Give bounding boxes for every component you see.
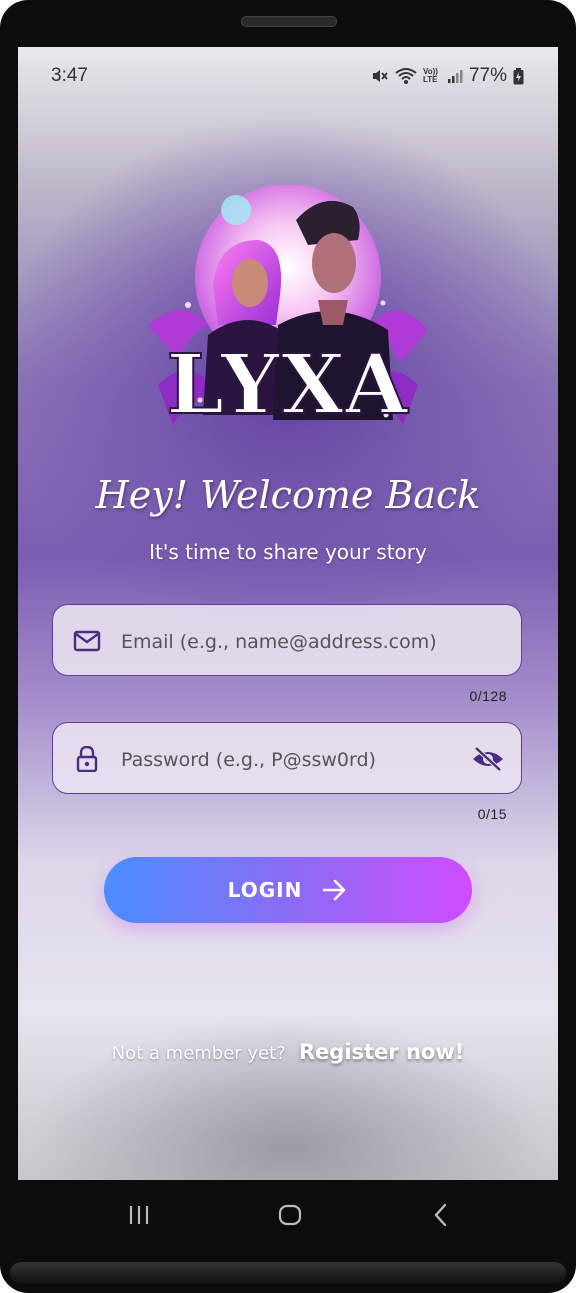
eye-off-icon[interactable]	[471, 745, 505, 773]
status-time: 3:47	[51, 65, 88, 86]
arrow-right-icon	[323, 879, 346, 901]
logo-text: LYXA	[166, 337, 409, 433]
welcome-subtitle: It's time to share your story	[149, 540, 427, 564]
speaker-grille	[241, 16, 337, 27]
login-label: LOGIN	[227, 878, 303, 902]
volte-indicator: Vo)) LTE	[422, 67, 438, 84]
not-member-text: Not a member yet?	[111, 1043, 286, 1064]
phone-bottom-edge	[10, 1262, 566, 1284]
recent-apps-button[interactable]	[119, 1200, 159, 1230]
login-button[interactable]: LOGIN	[104, 857, 472, 923]
battery-icon	[513, 67, 524, 84]
battery-percent: 77%	[468, 65, 507, 86]
email-input[interactable]	[119, 619, 463, 665]
welcome-heading: Hey! Welcome Back	[95, 473, 481, 517]
system-nav-bar	[0, 1180, 576, 1250]
signal-icon	[447, 70, 463, 83]
wifi-icon	[395, 68, 417, 84]
lock-icon	[76, 746, 98, 772]
email-field[interactable]	[52, 604, 522, 676]
email-char-counter: 0/128	[469, 688, 507, 704]
register-link[interactable]: Register now!	[299, 1040, 464, 1064]
password-input[interactable]	[119, 737, 463, 783]
status-icons: Vo)) LTE 77%	[371, 65, 524, 87]
password-char-counter: 0/15	[477, 806, 507, 822]
app-screen: 3:47 Vo)) LTE 77% LYXA Hey! Welcome Back…	[18, 47, 558, 1180]
app-logo: LYXA	[148, 185, 428, 434]
phone-frame: 3:47 Vo)) LTE 77% LYXA Hey! Welcome Back…	[0, 0, 576, 1293]
home-button[interactable]	[270, 1200, 310, 1230]
password-field[interactable]	[52, 722, 522, 794]
recent-apps-icon	[129, 1206, 149, 1224]
status-bar: 3:47 Vo)) LTE 77%	[18, 65, 558, 89]
back-button[interactable]	[421, 1200, 461, 1230]
mail-icon	[73, 630, 101, 652]
home-icon	[278, 1204, 302, 1226]
mute-icon	[372, 70, 388, 82]
register-prompt: Not a member yet? Register now!	[18, 1040, 558, 1064]
back-icon	[434, 1203, 447, 1227]
